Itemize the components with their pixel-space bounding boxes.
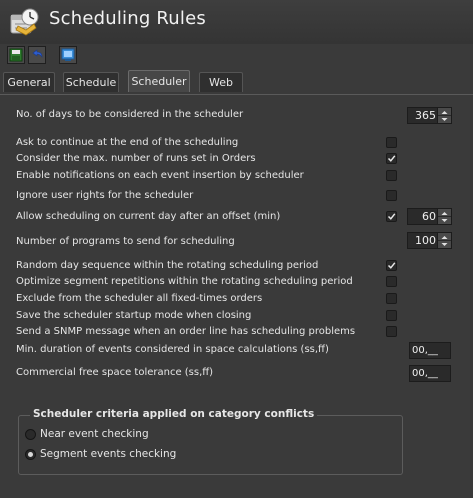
enable-notifications-checkbox[interactable]: [386, 170, 397, 181]
segment-events-label: Segment events checking: [40, 448, 177, 460]
spin-down-icon: [441, 243, 448, 246]
ignore-user-rights-label: Ignore user rights for the scheduler: [16, 190, 194, 201]
segment-events-radio[interactable]: [25, 449, 36, 460]
undo-button[interactable]: [28, 46, 46, 64]
criteria-groupbox: [18, 415, 403, 475]
programs-spinbox[interactable]: 100: [407, 232, 452, 249]
save-startup-mode-checkbox[interactable]: [386, 310, 397, 321]
tab-bar: General Schedule Scheduler Web: [0, 70, 473, 94]
scheduler-app-icon: [8, 6, 40, 38]
min-duration-label: Min. duration of events considered in sp…: [16, 344, 329, 355]
ignore-user-rights-checkbox[interactable]: [386, 190, 397, 201]
near-event-label: Near event checking: [40, 428, 149, 440]
ask-continue-checkbox[interactable]: [386, 137, 397, 148]
ask-continue-label: Ask to continue at the end of the schedu…: [16, 137, 239, 148]
checkmark-icon: [387, 213, 396, 220]
days-spin-arrows: [437, 108, 451, 123]
send-snmp-checkbox[interactable]: [386, 326, 397, 337]
consider-max-runs-label: Consider the max. number of runs set in …: [16, 153, 256, 164]
display-button[interactable]: [59, 46, 77, 64]
title-bar: Scheduling Rules: [0, 0, 473, 45]
window-title: Scheduling Rules: [49, 8, 206, 29]
offset-value: 60: [422, 210, 436, 223]
offset-spinbox[interactable]: 60: [407, 208, 452, 225]
programs-label: Number of programs to send for schedulin…: [16, 236, 235, 247]
tab-web[interactable]: Web: [199, 72, 243, 92]
criteria-group-title: Scheduler criteria applied on category c…: [30, 408, 318, 420]
allow-current-day-label: Allow scheduling on current day after an…: [16, 211, 281, 222]
random-day-label: Random day sequence within the rotating …: [16, 260, 319, 271]
programs-value: 100: [415, 234, 436, 247]
spin-down-button[interactable]: [438, 216, 451, 223]
days-spinbox[interactable]: 365: [407, 107, 452, 124]
days-label: No. of days to be considered in the sche…: [16, 109, 244, 120]
offset-spin-arrows: [437, 209, 451, 224]
programs-spin-arrows: [437, 233, 451, 248]
min-duration-field[interactable]: 00,__: [409, 342, 451, 359]
random-day-checkbox[interactable]: [386, 260, 397, 271]
consider-max-runs-checkbox[interactable]: [386, 153, 397, 164]
enable-notifications-label: Enable notifications on each event inser…: [16, 170, 304, 181]
save-button[interactable]: [7, 46, 25, 64]
toolbar: [0, 44, 473, 68]
tab-scheduler[interactable]: Scheduler: [128, 70, 190, 92]
spin-down-button[interactable]: [438, 115, 451, 122]
checkmark-icon: [387, 155, 396, 162]
save-startup-mode-label: Save the scheduler startup mode when clo…: [16, 310, 252, 321]
days-value: 365: [415, 109, 436, 122]
spin-down-button[interactable]: [438, 240, 451, 247]
tab-schedule[interactable]: Schedule: [63, 72, 119, 92]
exclude-fixed-label: Exclude from the scheduler all fixed-tim…: [16, 293, 263, 304]
tab-general[interactable]: General: [3, 72, 55, 92]
spin-down-icon: [441, 219, 448, 222]
display-icon: [61, 48, 75, 61]
optimize-repetitions-label: Optimize segment repetitions within the …: [16, 276, 353, 287]
near-event-radio[interactable]: [25, 429, 36, 440]
spin-down-icon: [441, 118, 448, 121]
commercial-free-field[interactable]: 00,__: [409, 365, 451, 382]
send-snmp-label: Send a SNMP message when an order line h…: [16, 326, 356, 337]
allow-current-day-checkbox[interactable]: [386, 211, 397, 222]
commercial-free-label: Commercial free space tolerance (ss,ff): [16, 367, 214, 378]
radio-dot: [28, 452, 33, 457]
checkmark-icon: [387, 262, 396, 269]
exclude-fixed-checkbox[interactable]: [386, 293, 397, 304]
undo-icon: [32, 49, 43, 58]
save-icon: [9, 48, 23, 62]
optimize-repetitions-checkbox[interactable]: [386, 276, 397, 287]
